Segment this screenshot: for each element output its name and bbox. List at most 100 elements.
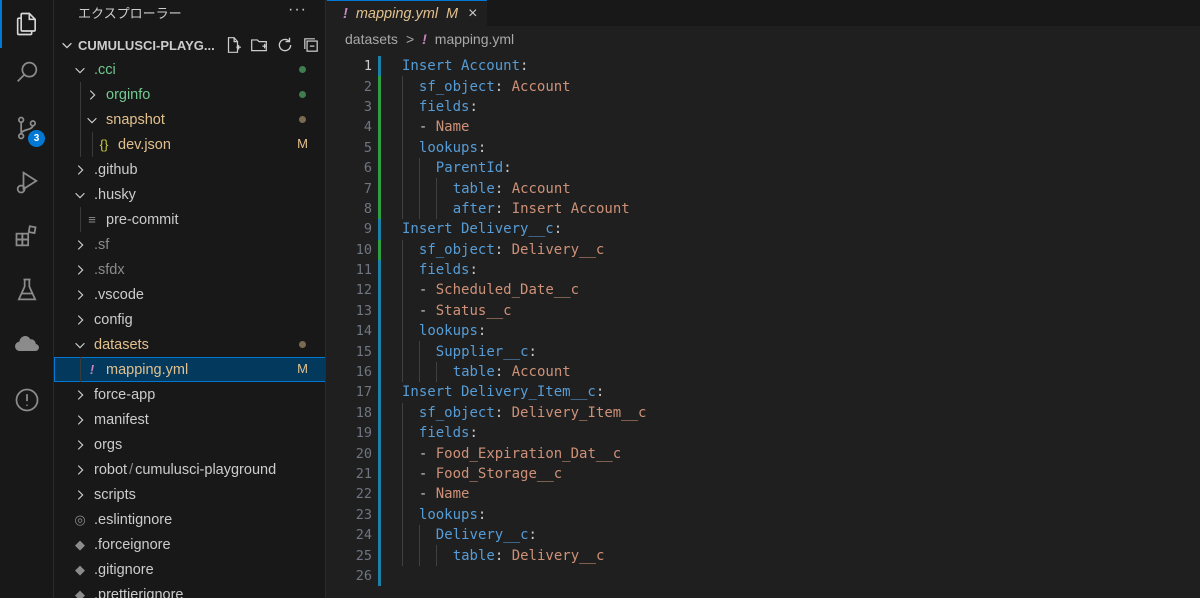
tree-item-label: .sf	[94, 236, 110, 253]
git-gutter-indicator	[378, 443, 381, 464]
code-editor[interactable]: 1 Insert Account: 2 sf_object: Account 3 fiel…	[327, 56, 1200, 587]
tab-bar: ! mapping.yml M ×	[327, 0, 1200, 26]
chevron-down-icon[interactable]	[72, 62, 88, 78]
line-number: 18	[355, 404, 372, 421]
tree-item-label: .vscode	[94, 286, 144, 303]
refresh-icon[interactable]	[276, 36, 294, 57]
tree-item[interactable]: ◆ .forceignore	[54, 532, 325, 557]
indent-guide	[402, 178, 403, 199]
chevron-right-icon[interactable]	[72, 262, 88, 278]
chevron-right-icon[interactable]	[72, 437, 88, 453]
chevron-right-icon[interactable]	[72, 162, 88, 178]
tree-item[interactable]: ! mapping.yml M	[54, 357, 325, 382]
tree-item-label: .eslintignore	[94, 511, 173, 528]
chevron-right-icon[interactable]	[72, 312, 88, 328]
yaml-key: fields	[418, 425, 470, 442]
indent-guide	[402, 504, 403, 525]
tab-mapping-yml[interactable]: ! mapping.yml M ×	[327, 0, 488, 26]
git-status-dot	[299, 91, 306, 98]
problems-icon[interactable]	[0, 376, 54, 424]
breadcrumb-folder[interactable]: datasets	[345, 31, 398, 47]
git-gutter-indicator	[378, 545, 381, 566]
yaml-key: Insert Account	[402, 58, 521, 75]
git-gutter-indicator	[378, 524, 381, 546]
chevron-right-icon[interactable]	[72, 387, 88, 403]
yaml-value: Scheduled_Date__c	[435, 282, 580, 299]
collapse-all-icon[interactable]	[302, 36, 320, 57]
source-control-icon[interactable]: 3	[0, 104, 54, 152]
file-icon: ◎	[74, 511, 86, 527]
yaml-key: fields	[418, 262, 470, 279]
line-number: 22	[355, 486, 372, 503]
chevron-down-icon[interactable]	[72, 337, 88, 353]
testing-icon[interactable]	[0, 266, 54, 314]
chevron-down-icon[interactable]	[84, 112, 100, 128]
editor-area: ! mapping.yml M × datasets > ! mapping.y…	[327, 0, 1200, 598]
code-text: - Status__c	[419, 303, 512, 319]
scm-badge: 3	[28, 130, 45, 147]
tree-item-label: .gitignore	[94, 561, 154, 578]
tree-item[interactable]: .cci	[54, 57, 325, 82]
tree-item[interactable]: .husky	[54, 182, 325, 207]
close-icon[interactable]: ×	[468, 5, 477, 23]
yaml-value: Account	[511, 364, 571, 381]
tree-item[interactable]: ≡ pre-commit	[54, 207, 325, 232]
tree-item[interactable]: {} dev.json M	[54, 132, 325, 157]
new-folder-icon[interactable]	[250, 36, 268, 57]
yaml-value: Status__c	[435, 302, 512, 319]
tree-item[interactable]: scripts	[54, 482, 325, 507]
chevron-right-icon: >	[405, 31, 415, 47]
code-text: after: Insert Account	[453, 201, 630, 217]
tree-item[interactable]: force-app	[54, 382, 325, 407]
code-line: 2 sf_object: Account	[327, 76, 1200, 97]
indent-guide	[418, 157, 420, 179]
code-text: sf_object: Delivery_Item__c	[419, 405, 647, 421]
tree-item[interactable]: datasets	[54, 332, 325, 357]
indent-guide	[402, 484, 403, 505]
new-file-icon[interactable]	[224, 36, 242, 57]
git-gutter-indicator	[378, 56, 381, 77]
run-debug-icon[interactable]	[0, 158, 54, 206]
tree-item-label: mapping.yml	[106, 361, 189, 378]
tree-item-label: orgs	[94, 436, 123, 453]
tree-item[interactable]: snapshot	[54, 107, 325, 132]
tree-item[interactable]: ◆ .prettierignore	[54, 582, 325, 598]
tree-item[interactable]: orgs	[54, 432, 325, 457]
code-line: 21 - Food_Storage__c	[327, 463, 1200, 485]
tree-item[interactable]: .github	[54, 157, 325, 182]
git-gutter-indicator	[378, 463, 381, 485]
indent-guide	[402, 280, 403, 301]
chevron-right-icon[interactable]	[72, 462, 88, 478]
tree-item[interactable]: ◆ .gitignore	[54, 557, 325, 582]
line-number: 11	[355, 262, 372, 279]
indent-guide	[402, 96, 403, 118]
tree-item[interactable]: .sf	[54, 232, 325, 257]
yaml-colon: :	[528, 527, 537, 544]
yaml-colon: :	[494, 404, 512, 421]
chevron-right-icon[interactable]	[72, 412, 88, 428]
tree-item[interactable]: .vscode	[54, 282, 325, 307]
git-gutter-indicator	[378, 300, 381, 322]
chevron-right-icon[interactable]	[72, 287, 88, 303]
chevron-right-icon[interactable]	[84, 87, 100, 103]
code-text: fields:	[419, 262, 478, 278]
chevron-right-icon[interactable]	[72, 487, 88, 503]
salesforce-cloud-icon[interactable]	[0, 320, 54, 368]
code-text: Insert Delivery__c:	[402, 221, 562, 237]
tree-item[interactable]: ◎ .eslintignore	[54, 507, 325, 532]
tree-item[interactable]: orginfo	[54, 82, 325, 107]
yaml-colon: :	[494, 547, 512, 564]
chevron-down-icon[interactable]	[72, 187, 88, 203]
workspace-section-header[interactable]: CUMULUSCI-PLAYG...	[54, 33, 325, 57]
breadcrumb-file[interactable]: mapping.yml	[435, 31, 514, 47]
tree-item[interactable]: manifest	[54, 407, 325, 432]
search-icon[interactable]	[0, 48, 54, 96]
indent-guide	[418, 545, 420, 566]
chevron-right-icon[interactable]	[72, 237, 88, 253]
extensions-icon[interactable]	[0, 212, 54, 260]
tree-item[interactable]: .sfdx	[54, 257, 325, 282]
more-actions-button[interactable]: ···	[288, 1, 307, 19]
tree-item[interactable]: config	[54, 307, 325, 332]
explorer-icon[interactable]	[0, 0, 54, 48]
tree-item[interactable]: robot / cumulusci-playground	[54, 457, 325, 482]
